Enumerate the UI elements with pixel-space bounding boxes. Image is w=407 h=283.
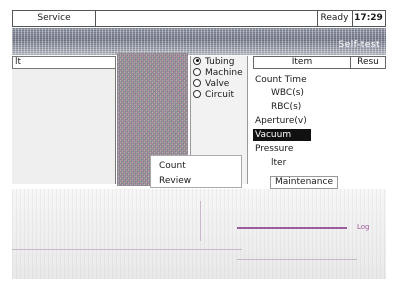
parameter-table: Item Resu Count Time WBC(s) RBC(s) Apert… <box>253 56 386 184</box>
maintenance-button[interactable]: Maintenance <box>270 176 338 189</box>
radio-label: Tubing <box>205 57 235 67</box>
radio-label: Circuit <box>205 90 234 100</box>
radio-label: Machine <box>205 68 243 78</box>
table-row[interactable]: Count Time <box>255 74 307 86</box>
radio-icon <box>193 67 201 76</box>
left-panel: lt <box>12 56 116 184</box>
column-header-result: Resu <box>351 56 386 69</box>
baseline-line <box>12 249 242 250</box>
table-row[interactable]: lter <box>271 157 286 169</box>
menu-item-count[interactable]: Count <box>159 160 186 173</box>
progress-line <box>237 227 347 229</box>
status-text: Ready <box>317 11 353 26</box>
table-row[interactable]: WBC(s) <box>271 87 304 99</box>
service-button[interactable]: Service <box>13 11 96 26</box>
lower-line <box>237 259 357 260</box>
radio-machine[interactable]: Machine <box>193 67 243 79</box>
log-label: Log <box>357 223 370 231</box>
radio-valve[interactable]: Valve <box>193 78 230 90</box>
table-row[interactable]: Aperture(v) <box>255 115 307 127</box>
clock: 17:29 <box>352 11 386 26</box>
radio-selected-icon <box>193 56 201 65</box>
radio-icon <box>193 89 201 98</box>
table-row-selected[interactable]: Vacuum <box>253 129 311 141</box>
bottom-chart-area: Log <box>12 189 386 279</box>
radio-label: Valve <box>205 79 230 89</box>
popup-menu: Count Review <box>150 155 242 188</box>
radio-tubing[interactable]: Tubing <box>193 56 235 68</box>
table-row[interactable]: Pressure <box>255 143 293 155</box>
mode-label: Self-test <box>338 40 380 50</box>
table-row[interactable]: RBC(s) <box>271 101 301 113</box>
left-panel-header: lt <box>12 56 116 69</box>
status-bar: Service Ready 17:29 <box>12 10 386 27</box>
divider-line <box>200 201 201 241</box>
menu-item-review[interactable]: Review <box>159 175 191 188</box>
status-spacer <box>95 11 318 26</box>
radio-circuit[interactable]: Circuit <box>193 89 234 101</box>
column-header-item: Item <box>253 56 351 69</box>
radio-icon <box>193 78 201 87</box>
header-banner: Self-test <box>12 28 386 55</box>
